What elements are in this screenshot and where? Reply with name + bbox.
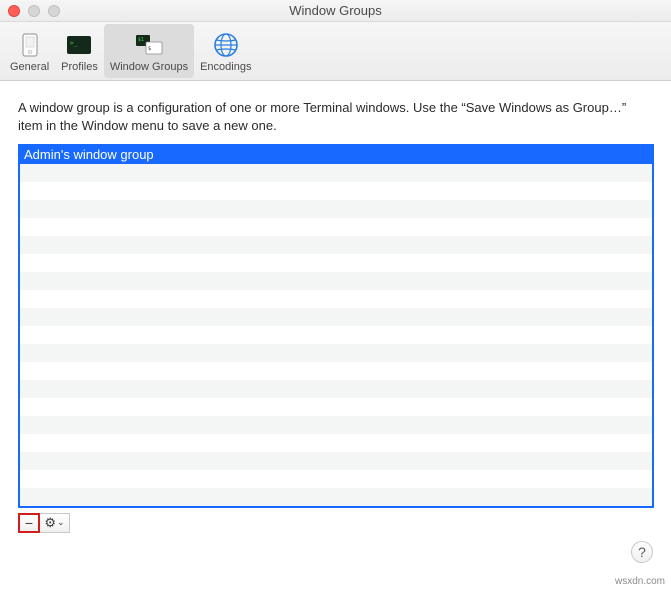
- list-item[interactable]: [20, 308, 652, 326]
- list-item[interactable]: [20, 380, 652, 398]
- tab-general[interactable]: General: [4, 24, 55, 78]
- list-item[interactable]: [20, 182, 652, 200]
- list-item[interactable]: [20, 434, 652, 452]
- list-item[interactable]: [20, 290, 652, 308]
- description-text: A window group is a configuration of one…: [18, 99, 653, 134]
- list-item[interactable]: [20, 452, 652, 470]
- gear-icon: ⚙: [44, 515, 56, 531]
- action-menu-button[interactable]: ⚙ ⌄: [40, 513, 70, 533]
- list-item[interactable]: [20, 164, 652, 182]
- general-icon: [14, 31, 46, 59]
- svg-text:$1: $1: [138, 37, 144, 43]
- preferences-toolbar: General >_ Profiles $1 $ Window Groups: [0, 22, 671, 81]
- list-item[interactable]: Admin's window group: [20, 146, 652, 164]
- remove-button[interactable]: −: [18, 513, 40, 533]
- encodings-icon: [210, 31, 242, 59]
- list-item[interactable]: [20, 416, 652, 434]
- list-item[interactable]: [20, 200, 652, 218]
- chevron-down-icon: ⌄: [57, 517, 65, 528]
- svg-text:$: $: [148, 46, 151, 52]
- tab-label: Profiles: [61, 61, 98, 73]
- list-item[interactable]: [20, 470, 652, 488]
- tab-label: Window Groups: [110, 61, 188, 73]
- traffic-lights: [8, 5, 60, 17]
- list-item[interactable]: [20, 272, 652, 290]
- list-item[interactable]: [20, 254, 652, 272]
- tab-encodings[interactable]: Encodings: [194, 24, 257, 78]
- list-item[interactable]: [20, 488, 652, 506]
- tab-window-groups[interactable]: $1 $ Window Groups: [104, 24, 194, 78]
- titlebar: Window Groups: [0, 0, 671, 22]
- list-item[interactable]: [20, 344, 652, 362]
- list-item[interactable]: [20, 362, 652, 380]
- tab-label: Encodings: [200, 61, 251, 73]
- tab-profiles[interactable]: >_ Profiles: [55, 24, 104, 78]
- window-groups-icon: $1 $: [133, 31, 165, 59]
- list-footer: − ⚙ ⌄: [18, 512, 653, 534]
- tab-label: General: [10, 61, 49, 73]
- window-groups-list[interactable]: Admin's window group: [18, 144, 654, 508]
- minimize-window-button[interactable]: [28, 5, 40, 17]
- maximize-window-button[interactable]: [48, 5, 60, 17]
- minus-icon: −: [25, 515, 33, 531]
- svg-text:>_: >_: [70, 40, 78, 47]
- list-item[interactable]: [20, 326, 652, 344]
- window-title: Window Groups: [0, 3, 671, 18]
- profiles-icon: >_: [63, 31, 95, 59]
- help-icon: ?: [638, 544, 646, 560]
- list-item[interactable]: [20, 398, 652, 416]
- help-button[interactable]: ?: [631, 541, 653, 563]
- main-content: A window group is a configuration of one…: [0, 81, 671, 534]
- list-item[interactable]: [20, 236, 652, 254]
- list-item[interactable]: [20, 218, 652, 236]
- watermark: wsxdn.com: [615, 576, 665, 587]
- close-window-button[interactable]: [8, 5, 20, 17]
